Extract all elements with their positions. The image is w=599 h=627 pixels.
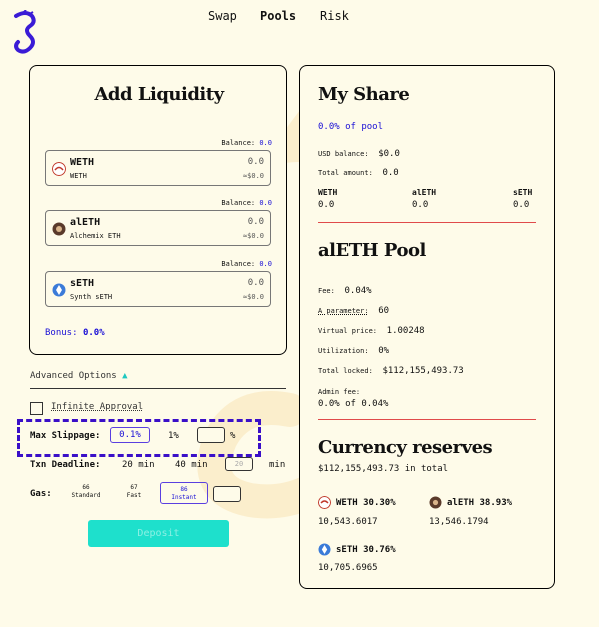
token-name: Alchemix ETH bbox=[70, 232, 121, 240]
share-aleth-symbol: alETH bbox=[412, 188, 437, 197]
aleth-token-icon bbox=[429, 496, 442, 509]
fee-row: Fee: 0.04% bbox=[318, 286, 372, 296]
max-slippage-label: Max Slippage: bbox=[30, 431, 101, 441]
seth-amount-input[interactable]: 0.0 bbox=[248, 278, 264, 288]
seth-input-box[interactable]: sETH Synth sETH 0.0 ≈$0.0 bbox=[45, 271, 271, 307]
reserve-weth: WETH 30.30% bbox=[336, 498, 396, 508]
total-amount-row: Total amount: 0.0 bbox=[318, 168, 399, 178]
share-seth-value: 0.0 bbox=[513, 200, 530, 210]
token-usd-value: ≈$0.0 bbox=[242, 232, 264, 240]
token-name: Synth sETH bbox=[70, 293, 113, 301]
token-name: WETH bbox=[70, 172, 87, 180]
weth-balance: Balance: 0.0 bbox=[221, 139, 272, 147]
usd-balance-row: USD balance: $0.0 bbox=[318, 149, 400, 159]
weth-input-box[interactable]: WETH WETH 0.0 ≈$0.0 bbox=[45, 150, 271, 186]
share-aleth-value: 0.0 bbox=[412, 200, 429, 210]
reserve-weth-amount: 10,543.6017 bbox=[318, 517, 378, 527]
weth-amount-input[interactable]: 0.0 bbox=[248, 157, 264, 167]
reserve-aleth: alETH 38.93% bbox=[447, 498, 513, 508]
virtual-price-row: Virtual price: 1.00248 bbox=[318, 326, 425, 336]
gas-instant-option[interactable]: 86 Instant bbox=[160, 482, 208, 504]
token-usd-value: ≈$0.0 bbox=[242, 293, 264, 301]
share-divider bbox=[318, 222, 536, 223]
seahorse-logo-icon[interactable] bbox=[8, 10, 40, 54]
slippage-percent-label: % bbox=[230, 431, 236, 441]
seth-token-icon bbox=[52, 283, 66, 297]
slippage-custom-input[interactable] bbox=[197, 427, 225, 443]
share-weth-value: 0.0 bbox=[318, 200, 335, 210]
pool-info-panel: My Share 0.0% of pool USD balance: $0.0 … bbox=[299, 65, 555, 589]
share-seth-symbol: sETH bbox=[513, 188, 533, 197]
infinite-approval-checkbox[interactable] bbox=[30, 402, 43, 415]
a-parameter-label[interactable]: A parameter: bbox=[318, 307, 369, 315]
gas-fast-option[interactable]: 67 Fast bbox=[116, 484, 152, 500]
admin-fee-value: 0.0% of 0.04% bbox=[318, 399, 389, 409]
token-symbol: sETH bbox=[70, 278, 95, 289]
aleth-input-box[interactable]: alETH Alchemix ETH 0.0 ≈$0.0 bbox=[45, 210, 271, 246]
token-symbol: WETH bbox=[70, 157, 95, 168]
aleth-token-icon bbox=[52, 222, 66, 236]
pool-divider bbox=[318, 419, 536, 420]
slippage-0.1-button[interactable]: 0.1% bbox=[110, 427, 150, 443]
slippage-1-button[interactable]: 1% bbox=[168, 431, 179, 441]
gas-label: Gas: bbox=[30, 489, 52, 499]
caret-up-icon: ▲ bbox=[122, 371, 128, 381]
add-liquidity-title: Add Liquidity bbox=[94, 84, 224, 105]
gas-custom-input[interactable] bbox=[213, 486, 241, 502]
my-share-title: My Share bbox=[318, 84, 410, 105]
add-liquidity-panel: Add Liquidity Balance: 0.0 WETH WETH 0.0… bbox=[29, 65, 287, 355]
deadline-min-label: min bbox=[269, 460, 286, 470]
reserve-aleth-amount: 13,546.1794 bbox=[429, 517, 489, 527]
share-weth-symbol: WETH bbox=[318, 188, 338, 197]
advanced-options-toggle[interactable]: Advanced Options ▲ bbox=[30, 371, 128, 381]
bonus-row: Bonus: 0.0% bbox=[45, 328, 105, 338]
reserve-seth: sETH 30.76% bbox=[336, 545, 396, 555]
aleth-amount-input[interactable]: 0.0 bbox=[248, 217, 264, 227]
infinite-approval-label: Infinite Approval bbox=[51, 402, 144, 412]
pool-title: alETH Pool bbox=[318, 240, 426, 261]
reserves-title: Currency reserves bbox=[318, 437, 493, 458]
weth-token-icon bbox=[318, 496, 331, 509]
seth-balance: Balance: 0.0 bbox=[221, 260, 272, 268]
a-parameter-row: A parameter: 60 bbox=[318, 306, 390, 316]
gas-standard-option[interactable]: 66 Standard bbox=[66, 484, 106, 500]
aleth-balance: Balance: 0.0 bbox=[221, 199, 272, 207]
deadline-40-button[interactable]: 40 min bbox=[175, 460, 208, 470]
admin-fee-label: Admin fee: bbox=[318, 388, 361, 396]
nav-pools-link[interactable]: Pools bbox=[260, 9, 296, 23]
token-usd-value: ≈$0.0 bbox=[242, 172, 264, 180]
reserve-seth-amount: 10,705.6965 bbox=[318, 563, 378, 573]
total-locked-row: Total locked: $112,155,493.73 bbox=[318, 366, 464, 376]
pct-of-pool: 0.0% of pool bbox=[318, 122, 384, 132]
txn-deadline-label: Txn Deadline: bbox=[30, 460, 101, 470]
deposit-button[interactable]: Deposit bbox=[88, 520, 229, 547]
seth-token-icon bbox=[318, 543, 331, 556]
token-symbol: alETH bbox=[70, 217, 101, 228]
deadline-custom-input[interactable]: 20 bbox=[225, 457, 253, 471]
nav-risk-link[interactable]: Risk bbox=[320, 9, 349, 23]
reserves-total: $112,155,493.73 in total bbox=[318, 464, 449, 474]
utilization-row: Utilization: 0% bbox=[318, 346, 390, 356]
advanced-divider bbox=[30, 388, 286, 389]
deadline-20-button[interactable]: 20 min bbox=[122, 460, 155, 470]
nav-swap-link[interactable]: Swap bbox=[208, 9, 237, 23]
weth-token-icon bbox=[52, 162, 66, 176]
